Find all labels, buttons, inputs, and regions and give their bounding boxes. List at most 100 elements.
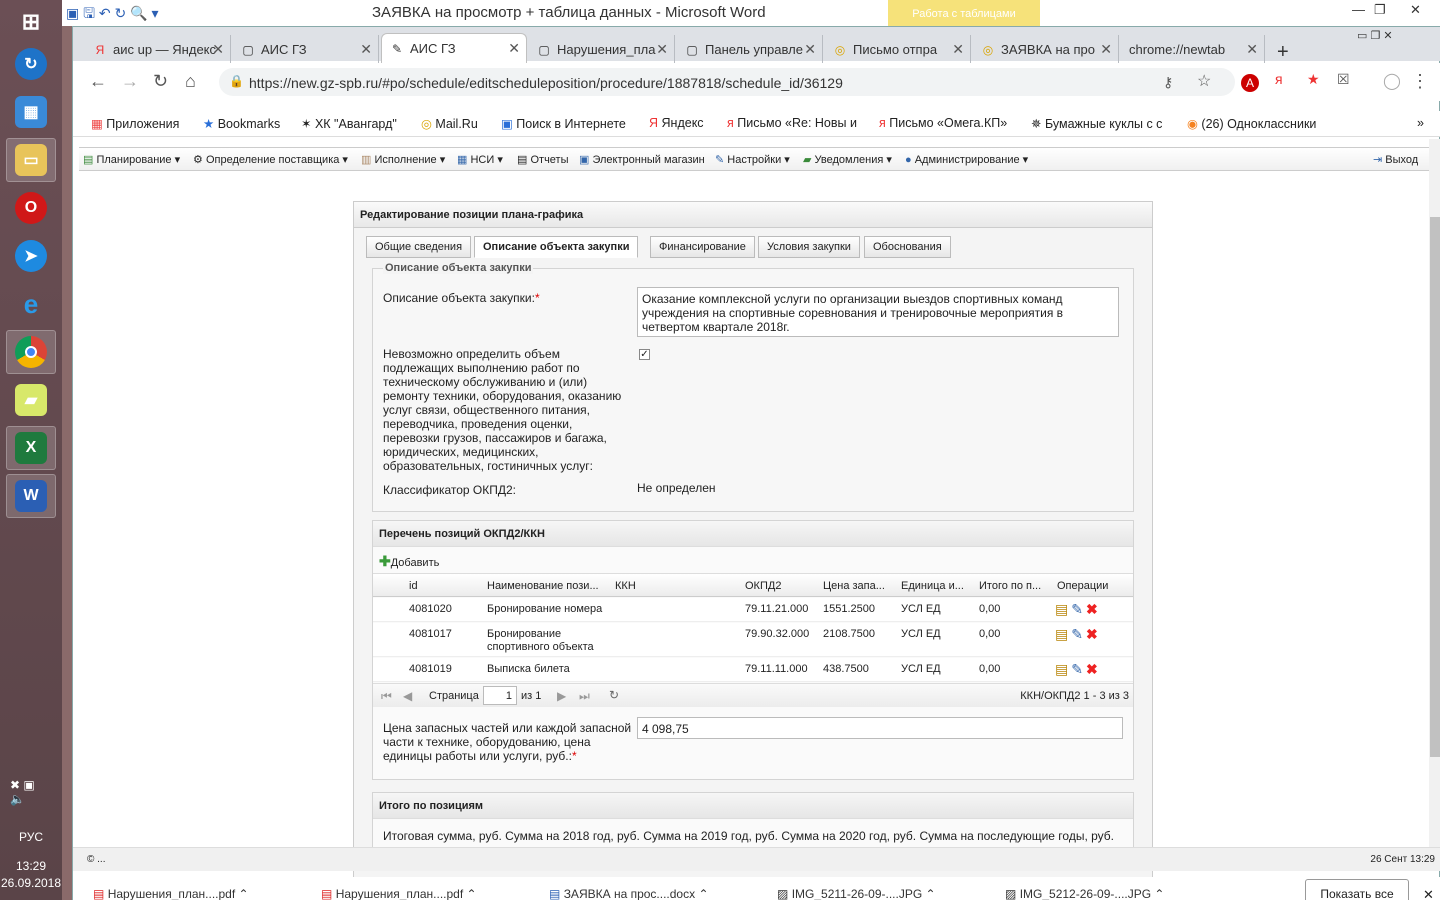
- bookmark-letter-2[interactable]: я Письмо «Омега.КП»: [879, 116, 1007, 130]
- close-icon[interactable]: ✕: [360, 41, 372, 58]
- close-icon[interactable]: ✕: [1246, 41, 1258, 58]
- forward-icon[interactable]: →: [121, 71, 139, 92]
- tab-financing[interactable]: Финансирование: [650, 236, 755, 258]
- tab-3[interactable]: ✎ АИС ГЗ ✕: [381, 33, 527, 63]
- profile-icon[interactable]: ◯: [1383, 71, 1401, 91]
- table-row[interactable]: 4081020 Бронирование номера 79.11.21.000…: [373, 598, 1133, 622]
- bookmark-apps[interactable]: ▦ Приложения: [91, 116, 179, 131]
- table-row[interactable]: 4081017 Бронирование спортивного объекта…: [373, 623, 1133, 657]
- taskbar-excel[interactable]: X: [6, 426, 56, 470]
- download-item[interactable]: ▨ IMG_5212-26-09-....JPG ⌃: [1005, 887, 1164, 900]
- chrome-window-controls[interactable]: ▭ ❐ ✕: [1357, 29, 1393, 42]
- bookmark-search[interactable]: ▣ Поиск в Интернете: [501, 116, 626, 131]
- col-price[interactable]: Цена запа...: [823, 580, 885, 592]
- taskbar-chrome[interactable]: [6, 330, 56, 374]
- menu-settings[interactable]: ✎ Настройки ▾: [715, 153, 790, 166]
- taskbar-ie[interactable]: e: [6, 282, 56, 326]
- tab-1[interactable]: Яаис up — Яндекс ✕: [85, 35, 231, 63]
- bookmark-letter-1[interactable]: я Письмо «Re: Новы и: [727, 116, 857, 130]
- next-page-icon[interactable]: ▶: [557, 689, 566, 703]
- close-icon[interactable]: ✕: [952, 41, 964, 58]
- language-indicator[interactable]: РУС: [0, 830, 62, 844]
- tab-6[interactable]: ◎ Письмо отпра ✕: [825, 35, 971, 63]
- taskbar-app-2[interactable]: ▦: [6, 90, 56, 134]
- bookmark-mailru[interactable]: ◎ Mail.Ru: [421, 116, 478, 131]
- tab-2[interactable]: ▢ АИС ГЗ ✕: [233, 35, 379, 63]
- refresh-icon[interactable]: ↻: [609, 688, 619, 702]
- tab-8[interactable]: chrome://newtab ✕: [1119, 35, 1265, 63]
- download-item[interactable]: ▨ IMG_5211-26-09-....JPG ⌃: [777, 887, 936, 900]
- menu-reports[interactable]: ▤ Отчеты: [517, 153, 569, 166]
- volume-checkbox[interactable]: ✓: [639, 349, 650, 360]
- menu-nsi[interactable]: ▦ НСИ ▾: [457, 153, 503, 166]
- page-input[interactable]: 1: [483, 686, 517, 705]
- col-unit[interactable]: Единица и...: [901, 580, 964, 592]
- menu-supplier[interactable]: ⚙ Определение поставщика ▾: [193, 153, 348, 166]
- taskbar-app-1[interactable]: ↻: [6, 42, 56, 86]
- download-item[interactable]: ▤ Нарушения_план....pdf ⌃: [93, 887, 249, 900]
- bookmark-avangard[interactable]: ✶ ХК "Авангард": [301, 116, 397, 131]
- close-icon[interactable]: ✕: [1100, 41, 1112, 58]
- word-quick-access[interactable]: ▣ 🖫 ↶ ↻ 🔍 ▾: [66, 3, 159, 27]
- col-okpd[interactable]: ОКПД2: [745, 580, 781, 592]
- view-icon[interactable]: ▤: [1055, 601, 1071, 617]
- bookmark-dolls[interactable]: ✵ Бумажные куклы с с: [1031, 116, 1162, 131]
- taskbar-app-3[interactable]: ▰: [6, 378, 56, 422]
- extension-icon-2[interactable]: ☒: [1337, 71, 1350, 88]
- last-page-icon[interactable]: ⏭: [579, 689, 590, 704]
- delete-icon[interactable]: ✖: [1086, 601, 1101, 617]
- price-input[interactable]: 4 098,75: [637, 717, 1123, 739]
- close-icon[interactable]: ✕: [804, 41, 816, 58]
- tab-conditions[interactable]: Условия закупки: [758, 236, 860, 258]
- taskbar-explorer[interactable]: ▭: [6, 138, 56, 182]
- restore-icon[interactable]: ❐: [1374, 2, 1386, 18]
- close-icon[interactable]: ✕: [212, 41, 224, 58]
- download-item[interactable]: ▤ ЗАЯВКА на прос....docx ⌃: [549, 887, 709, 900]
- description-textarea[interactable]: Оказание комплексной услуги по организац…: [637, 287, 1119, 337]
- menu-eshop[interactable]: ▣ Электронный магазин: [579, 153, 705, 166]
- table-row[interactable]: 4081019 Выписка билета 79.11.11.000 438.…: [373, 658, 1133, 682]
- close-icon[interactable]: ✕: [656, 41, 668, 58]
- delete-icon[interactable]: ✖: [1086, 626, 1101, 642]
- tab-justification[interactable]: Обоснования: [864, 236, 951, 258]
- col-kkn[interactable]: ККН: [615, 580, 636, 592]
- close-icon[interactable]: ✕: [1410, 2, 1421, 18]
- tab-5[interactable]: ▢ Панель управле ✕: [677, 35, 823, 63]
- taskbar-opera[interactable]: O: [6, 186, 56, 230]
- bookmark-ok[interactable]: ◉ (26) Одноклассники: [1187, 116, 1316, 131]
- extension-icon[interactable]: ★: [1307, 71, 1320, 88]
- taskbar-word[interactable]: W: [6, 474, 56, 518]
- taskbar-messenger[interactable]: ➤: [6, 234, 56, 278]
- bookmark-yandex[interactable]: Я Яндекс: [649, 116, 704, 130]
- url-input[interactable]: 🔒 https://new.gz-spb.ru/#po/schedule/edit…: [219, 68, 1235, 96]
- edit-icon[interactable]: ✎: [1071, 626, 1086, 642]
- show-all-button[interactable]: Показать все: [1305, 879, 1409, 900]
- prev-page-icon[interactable]: ◀: [403, 689, 412, 703]
- tab-7[interactable]: ◎ ЗАЯВКА на про ✕: [973, 35, 1119, 63]
- menu-execution[interactable]: ▥ Исполнение ▾: [361, 153, 445, 166]
- back-icon[interactable]: ←: [89, 71, 107, 92]
- edit-icon[interactable]: ✎: [1071, 601, 1086, 617]
- col-name[interactable]: Наименование пози...: [487, 580, 599, 592]
- close-downloads-icon[interactable]: ✕: [1423, 887, 1434, 900]
- new-tab-button[interactable]: +: [1277, 41, 1289, 64]
- table-tools-tab[interactable]: Работа с таблицами: [888, 0, 1040, 26]
- menu-notifications[interactable]: ▰ Уведомления ▾: [803, 153, 892, 166]
- edit-icon[interactable]: ✎: [1071, 661, 1086, 677]
- view-icon[interactable]: ▤: [1055, 626, 1071, 642]
- bookmark-bookmarks[interactable]: ★ Bookmarks: [203, 116, 280, 131]
- yandex-ext-icon[interactable]: я: [1275, 71, 1283, 87]
- menu-icon[interactable]: ⋮: [1411, 71, 1429, 92]
- close-icon[interactable]: ✕: [508, 40, 520, 57]
- minimize-icon[interactable]: —: [1352, 2, 1365, 17]
- view-icon[interactable]: ▤: [1055, 661, 1071, 677]
- home-icon[interactable]: ⌂: [185, 71, 196, 92]
- add-button[interactable]: ✚Добавить: [379, 553, 439, 570]
- star-icon[interactable]: ☆: [1197, 71, 1211, 91]
- tab-4[interactable]: ▢ Нарушения_пла ✕: [529, 35, 675, 63]
- exit-button[interactable]: ⇥ Выход: [1373, 153, 1418, 166]
- tab-object-description[interactable]: Описание объекта закупки: [474, 236, 639, 258]
- menu-admin[interactable]: ● Администрирование ▾: [905, 153, 1028, 166]
- menu-planning[interactable]: ▤ Планирование ▾: [83, 153, 180, 166]
- col-total[interactable]: Итого по п...: [979, 580, 1041, 592]
